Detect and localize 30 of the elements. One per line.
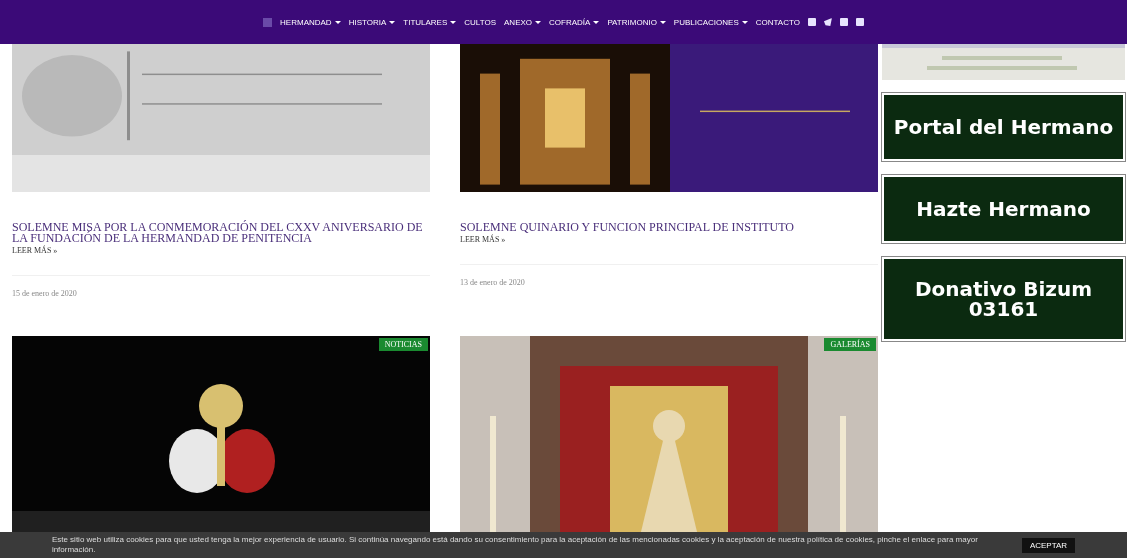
nav-link[interactable]: CONTACTO	[755, 17, 800, 27]
social-icon[interactable]	[855, 18, 864, 26]
nav-link[interactable]: ANEXO	[504, 17, 533, 27]
post-title[interactable]: SOLEMNE QUINARIO Y FUNCION PRINCIPAL DE INSTITUTO	[460, 222, 878, 233]
nav-link[interactable]: TITULARES	[403, 17, 448, 27]
sidebar-button[interactable]: Portal del Hermano	[882, 93, 1125, 161]
caret-icon[interactable]	[659, 20, 666, 24]
sidebar-button[interactable]: Hazte Hermano	[882, 175, 1125, 243]
caret-icon[interactable]	[741, 20, 748, 24]
accept-button[interactable]: ACEPTAR	[1021, 537, 1076, 553]
sidebar-button[interactable]: Donativo Bizum 03161	[882, 257, 1125, 341]
nav-link[interactable]: HISTORIA	[348, 17, 387, 27]
post-title[interactable]: SOLEMNE MISA POR LA CONMEMORACIÓN DEL CXXV ANIVERSARIO DE LA FUNDACIÓN DE LA HERMANDAD DE PENITENCIA	[12, 222, 430, 244]
nav-link[interactable]: PATRIMONIO	[607, 17, 657, 27]
category-badge[interactable]: GALERÍAS	[824, 338, 876, 351]
nav-link[interactable]: COFRADÍA	[549, 17, 591, 27]
nav-link[interactable]: CULTOS	[464, 17, 496, 27]
cookie-notice: Este sitio web utiliza cookies para que usted tenga la mejor experiencia de usuario. Si continúa navegando está dando su consentimiento para la aceptación de las mencionadas cookies y la aceptación de nuestra política de cookies, pinche el enlace para mayor información.	[51, 535, 979, 555]
read-more-link[interactable]: LEER MÁS »	[460, 235, 878, 244]
caret-icon[interactable]	[593, 20, 600, 24]
read-more-link[interactable]: LEER MÁS »	[12, 246, 430, 255]
caret-icon[interactable]	[535, 20, 542, 24]
nav-link[interactable]: PUBLICACIONES	[673, 17, 739, 27]
post-date: 15 de enero de 2020	[12, 289, 77, 298]
caret-icon[interactable]	[389, 20, 396, 24]
category-badge[interactable]: NOTICIAS	[378, 338, 428, 351]
caret-icon[interactable]	[334, 20, 341, 24]
post-date: 13 de enero de 2020	[460, 278, 525, 287]
nav-link[interactable]: HERMANDAD	[280, 17, 332, 27]
caret-icon[interactable]	[450, 20, 457, 24]
